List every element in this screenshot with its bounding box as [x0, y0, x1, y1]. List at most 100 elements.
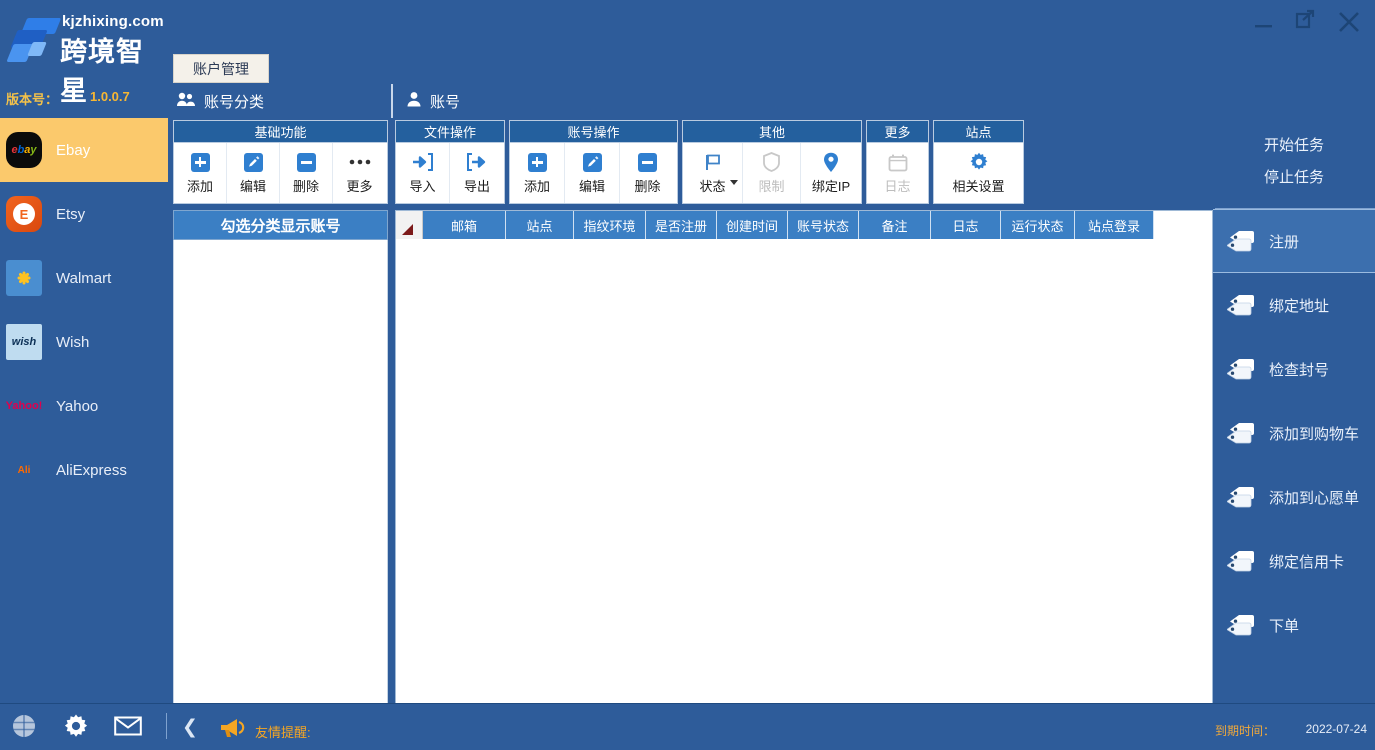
- gear-icon[interactable]: [62, 712, 90, 740]
- table-col-run-status[interactable]: 运行状态: [1001, 211, 1075, 239]
- log-button[interactable]: 日志: [867, 143, 928, 203]
- task-item-add-to-wishlist[interactable]: 添加到心愿单: [1213, 465, 1375, 529]
- category-list-pane[interactable]: [173, 240, 388, 704]
- tag-icon: [1226, 358, 1255, 380]
- tag-icon: [1226, 614, 1255, 636]
- start-task-button[interactable]: 开始任务: [1213, 128, 1375, 160]
- basic-more-button[interactable]: 更多: [333, 143, 386, 203]
- task-item-label: 检查封号: [1269, 361, 1330, 379]
- section-account-category-label: 账号分类: [204, 93, 265, 111]
- limit-button[interactable]: 限制: [743, 143, 801, 203]
- table-col-email[interactable]: 邮箱: [423, 211, 506, 239]
- basic-edit-button[interactable]: 编辑: [227, 143, 280, 203]
- site-settings-button[interactable]: 相关设置: [934, 143, 1023, 203]
- table-header-row: 邮箱 站点 指纹环境 是否注册 创建时间 账号状态 备注 日志 运行状态 站点登…: [396, 211, 1212, 239]
- minus-square-icon: [638, 151, 657, 173]
- bind-ip-button[interactable]: 绑定IP: [801, 143, 861, 203]
- bind-ip-label: 绑定IP: [811, 179, 851, 194]
- wish-icon: wish: [6, 324, 42, 360]
- task-item-label: 添加到心愿单: [1269, 489, 1360, 507]
- file-export-button[interactable]: 导出: [450, 143, 504, 203]
- window-controls: [1251, 8, 1361, 34]
- sidebar-item-walmart[interactable]: Walmart: [0, 246, 168, 310]
- mail-icon[interactable]: [114, 712, 142, 740]
- ribbon-group-basic: 基础功能 添加 编辑 删除 更多: [173, 120, 388, 204]
- task-controls: 开始任务 停止任务: [1213, 118, 1375, 208]
- sidebar-item-wish[interactable]: wish Wish: [0, 310, 168, 374]
- task-item-bind-address[interactable]: 绑定地址: [1213, 273, 1375, 337]
- notice-label: 友情提醒:: [255, 725, 311, 740]
- chevron-left-icon[interactable]: ❮: [182, 716, 198, 739]
- task-item-add-to-cart[interactable]: 添加到购物车: [1213, 401, 1375, 465]
- basic-delete-label: 删除: [292, 179, 319, 194]
- etsy-icon: E: [6, 196, 42, 232]
- pencil-square-icon: [582, 151, 602, 173]
- gear-icon: [969, 151, 989, 173]
- section-account[interactable]: 账号: [406, 86, 460, 116]
- task-item-label: 注册: [1269, 233, 1300, 251]
- task-item-bind-credit-card[interactable]: 绑定信用卡: [1213, 529, 1375, 593]
- platform-sidebar: ebay Ebay E Etsy Walmart wish Wish Yahoo…: [0, 118, 168, 704]
- task-item-label: 下单: [1269, 617, 1300, 635]
- expire-label: 到期时间：: [1214, 724, 1275, 738]
- status-button[interactable]: 状态: [683, 143, 743, 203]
- table-col-fingerprint[interactable]: 指纹环境: [574, 211, 646, 239]
- chevron-down-icon[interactable]: [730, 180, 738, 185]
- ellipsis-icon: [349, 151, 371, 173]
- sidebar-item-ebay[interactable]: ebay Ebay: [0, 118, 168, 182]
- account-delete-button[interactable]: 删除: [620, 143, 675, 203]
- task-sidebar: 开始任务 停止任务 注册 绑定地址 检查封号 添加到购物车 添加到心愿单 绑定信…: [1213, 118, 1375, 704]
- minimize-icon[interactable]: [1251, 8, 1277, 34]
- sidebar-item-label: Walmart: [56, 269, 112, 287]
- category-filter-header[interactable]: 勾选分类显示账号: [173, 210, 388, 240]
- account-edit-button[interactable]: 编辑: [565, 143, 620, 203]
- ebay-icon: ebay: [6, 132, 42, 168]
- log-label: 日志: [884, 179, 911, 194]
- table-col-site[interactable]: 站点: [506, 211, 574, 239]
- version-value: 1.0.0.7: [90, 89, 130, 104]
- stop-task-button[interactable]: 停止任务: [1213, 160, 1375, 192]
- close-icon[interactable]: [1335, 8, 1361, 34]
- globe-icon[interactable]: [10, 712, 38, 740]
- location-pin-icon: [823, 151, 839, 173]
- file-export-label: 导出: [463, 179, 490, 194]
- table-col-created-time[interactable]: 创建时间: [717, 211, 788, 239]
- restore-icon[interactable]: [1293, 8, 1319, 34]
- table-body[interactable]: [396, 239, 1212, 703]
- brand-block: kjzhixing.com 跨境智星 版本号： 1.0.0.7: [0, 6, 168, 112]
- minus-square-icon: [296, 151, 316, 173]
- tag-icon: [1226, 294, 1255, 316]
- expire-value: 2022-07-24: [1305, 722, 1367, 736]
- task-item-place-order[interactable]: 下单: [1213, 593, 1375, 657]
- sidebar-item-aliexpress[interactable]: Ali AliExpress: [0, 438, 168, 502]
- table-col-remark[interactable]: 备注: [859, 211, 931, 239]
- sidebar-item-yahoo[interactable]: Yahoo! Yahoo: [0, 374, 168, 438]
- account-add-button[interactable]: 添加: [510, 143, 565, 203]
- user-icon: [406, 91, 422, 111]
- table-col-log[interactable]: 日志: [931, 211, 1001, 239]
- task-item-check-ban[interactable]: 检查封号: [1213, 337, 1375, 401]
- calendar-icon: [888, 151, 908, 173]
- table-col-account-status[interactable]: 账号状态: [788, 211, 859, 239]
- task-item-register[interactable]: 注册: [1213, 209, 1375, 273]
- sidebar-item-etsy[interactable]: E Etsy: [0, 182, 168, 246]
- table-select-all-corner[interactable]: [396, 211, 423, 239]
- tag-icon: [1226, 486, 1255, 508]
- sidebar-item-label: Etsy: [56, 205, 86, 223]
- walmart-icon: [6, 260, 42, 296]
- limit-label: 限制: [758, 179, 785, 194]
- section-account-category[interactable]: 账号分类: [176, 86, 264, 116]
- status-bar: ❮ 友情提醒: 到期时间： 2022-07-24: [0, 704, 1375, 750]
- basic-add-button[interactable]: 添加: [174, 143, 227, 203]
- sidebar-item-label: Yahoo: [56, 397, 99, 415]
- app-window: kjzhixing.com 跨境智星 版本号： 1.0.0.7 账户管理 账号分…: [0, 0, 1375, 750]
- ribbon-group-more-title: 更多: [867, 121, 928, 143]
- file-import-button[interactable]: 导入: [396, 143, 450, 203]
- plus-square-icon: [527, 151, 547, 173]
- users-group-icon: [176, 91, 196, 111]
- tab-account-management[interactable]: 账户管理: [173, 54, 269, 83]
- app-logo-icon: [6, 16, 62, 68]
- table-col-site-login[interactable]: 站点登录: [1075, 211, 1154, 239]
- basic-delete-button[interactable]: 删除: [280, 143, 333, 203]
- table-col-registered[interactable]: 是否注册: [646, 211, 717, 239]
